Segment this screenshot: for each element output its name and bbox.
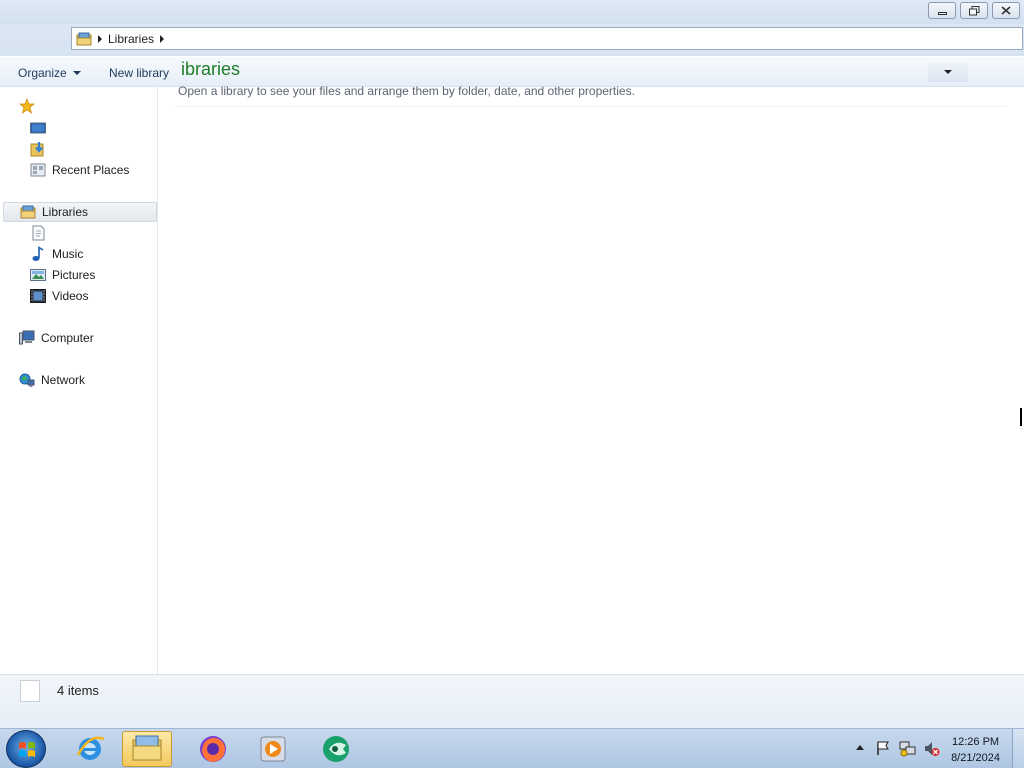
breadcrumb-chevron-icon[interactable] [160, 34, 165, 43]
sidebar-item-network[interactable]: Network [19, 370, 85, 390]
organize-label: Organize [18, 66, 67, 80]
music-item[interactable]: Music [30, 244, 83, 264]
address-row: Libraries [0, 24, 1024, 56]
content-pane: ibraries Open a library to see your file… [159, 59, 1024, 674]
music-icon [32, 246, 44, 261]
taskbar-app[interactable] [311, 731, 361, 767]
libraries-icon [20, 205, 36, 219]
star-icon [19, 98, 35, 114]
window-controls [928, 2, 1020, 19]
recent-places-label: Recent Places [52, 163, 130, 177]
computer-label: Computer [41, 331, 94, 345]
breadcrumb-libraries[interactable]: Libraries [108, 32, 154, 46]
details-pane: 4 items [0, 674, 1024, 728]
chevron-down-icon [72, 71, 81, 75]
desktop-icon [30, 122, 46, 134]
taskbar-media-player[interactable] [248, 731, 298, 767]
downloads-icon [30, 142, 44, 157]
clock-date: 8/21/2024 [951, 752, 1000, 764]
music-label: Music [52, 247, 84, 261]
sidebar-item-libraries[interactable]: Libraries [3, 202, 157, 222]
recent-places-icon [30, 163, 46, 177]
documents-icon [32, 225, 45, 241]
view-options-button[interactable] [928, 62, 968, 82]
address-bar[interactable]: Libraries [71, 27, 1023, 50]
restore-button[interactable] [960, 2, 988, 19]
network-icon [19, 373, 35, 387]
downloads-item[interactable] [30, 139, 46, 159]
taskbar-clock[interactable]: 12:26 PM 8/21/2024 [951, 734, 1000, 766]
resize-cursor-icon [1020, 408, 1024, 426]
firefox-icon [200, 736, 226, 762]
view-dropdown-icon [944, 70, 952, 74]
internet-explorer-icon [76, 736, 105, 760]
restore-icon [968, 5, 979, 15]
item-count: 4 items [57, 683, 99, 698]
page-description: Open a library to see your files and arr… [178, 84, 635, 98]
recent-places-item[interactable]: Recent Places [30, 160, 129, 180]
minimize-button[interactable] [928, 2, 956, 19]
media-player-icon [260, 736, 286, 762]
organize-button[interactable]: Organize [18, 66, 81, 80]
pictures-item[interactable]: Pictures [30, 265, 95, 285]
breadcrumb-separator-icon[interactable] [98, 34, 102, 43]
sidebar-item-computer[interactable]: Computer [19, 328, 94, 348]
videos-item[interactable]: Videos [30, 286, 88, 306]
computer-icon [19, 330, 35, 345]
taskbar: 12:26 PM 8/21/2024 [0, 728, 1024, 768]
action-center-flag-icon[interactable] [875, 740, 891, 756]
network-status-icon[interactable] [899, 740, 916, 757]
library-details-icon [20, 680, 40, 702]
close-icon [1001, 6, 1011, 15]
taskbar-windows-explorer[interactable] [122, 731, 172, 767]
app-icon [323, 736, 349, 762]
clock-time: 12:26 PM [951, 736, 1000, 748]
navigation-pane: Recent Places Libraries Music Pictures V… [0, 87, 158, 674]
new-library-label: New library [109, 66, 170, 80]
libraries-folder-icon [76, 32, 92, 45]
taskbar-firefox[interactable] [188, 731, 238, 767]
volume-muted-icon[interactable] [923, 740, 940, 757]
page-title: ibraries [181, 59, 241, 79]
libraries-label: Libraries [42, 205, 89, 219]
windows-explorer-icon [132, 735, 162, 761]
system-tray: 12:26 PM 8/21/2024 [834, 729, 1024, 768]
taskbar-internet-explorer[interactable] [65, 731, 115, 767]
documents-item[interactable] [30, 223, 46, 243]
close-button[interactable] [992, 2, 1020, 19]
videos-icon [30, 289, 46, 303]
command-bar: Organize New library [0, 56, 1024, 87]
pictures-icon [30, 269, 46, 281]
network-label: Network [41, 373, 86, 387]
minimize-icon [937, 12, 947, 15]
show-hidden-icons-button[interactable] [856, 745, 864, 750]
windows-logo-icon [19, 742, 35, 757]
new-library-button[interactable]: New library [109, 66, 169, 80]
header-divider [175, 106, 1007, 107]
pictures-label: Pictures [52, 268, 96, 282]
title-bar [0, 0, 1024, 24]
videos-label: Videos [52, 289, 89, 303]
show-desktop-button[interactable] [1012, 729, 1024, 768]
start-button[interactable] [6, 730, 46, 768]
favorites-item[interactable] [19, 96, 35, 116]
desktop-item[interactable] [30, 118, 46, 138]
